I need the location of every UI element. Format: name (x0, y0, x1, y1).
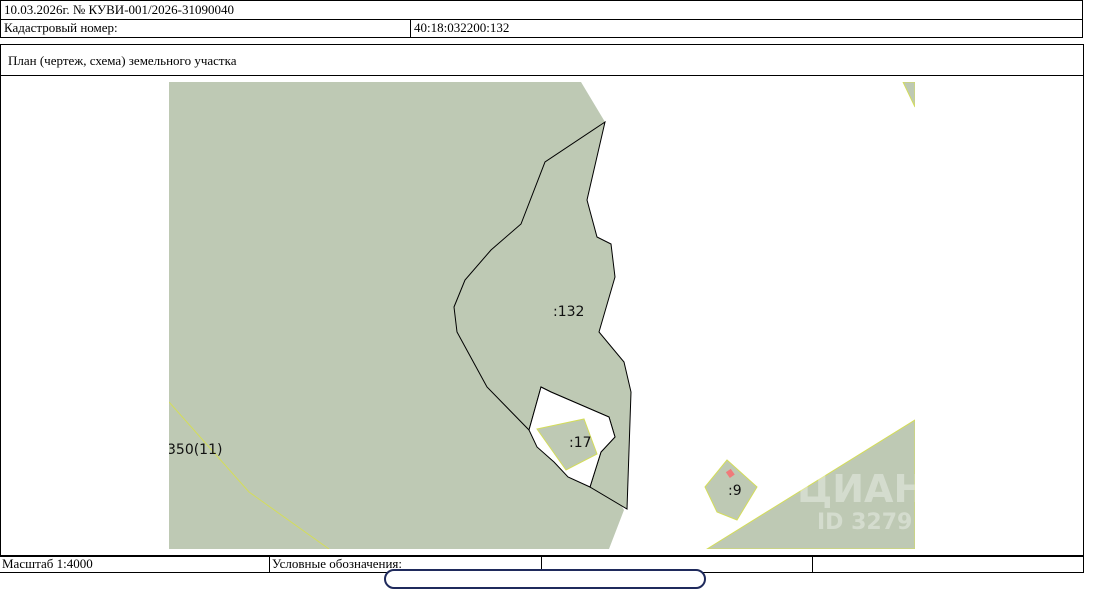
parcel-9-label: :9 (728, 483, 742, 499)
scale-label: Масштаб 1:4000 (2, 556, 93, 571)
header-row-doc: 10.03.2026г. № КУВИ-001/2026-31090040 (1, 1, 1082, 20)
header-divider (410, 19, 411, 38)
plan-title: План (чертеж, схема) земельного участка (1, 45, 1083, 76)
overlay-pill[interactable] (384, 569, 706, 589)
extract-document: 10.03.2026г. № КУВИ-001/2026-31090040 Ка… (0, 0, 1108, 589)
footer-divider-3 (812, 556, 813, 573)
parcel-area-northeast (902, 82, 915, 108)
header-table: 10.03.2026г. № КУВИ-001/2026-31090040 Ка… (0, 0, 1083, 38)
map-svg: :132 :17 :9 350(11) ЦИАН ID 3279 (169, 82, 915, 549)
cadastral-map[interactable]: :132 :17 :9 350(11) ЦИАН ID 3279 (169, 82, 915, 549)
cadastral-number-label: Кадастровый номер: (4, 20, 118, 35)
parcel-132-label: :132 (553, 304, 584, 320)
watermark-brand: ЦИАН (797, 467, 915, 511)
watermark-id: ID 3279 (817, 510, 912, 535)
header-row-cadastral: Кадастровый номер: 40:18:032200:132 (1, 19, 1082, 37)
parcel-17-label: :17 (569, 435, 592, 451)
legend-label: Условные обозначения: (272, 556, 403, 571)
document-number: 10.03.2026г. № КУВИ-001/2026-31090040 (4, 2, 234, 17)
cadastral-number-value: 40:18:032200:132 (414, 20, 510, 35)
parcel-west-label: 350(11) (169, 442, 222, 458)
